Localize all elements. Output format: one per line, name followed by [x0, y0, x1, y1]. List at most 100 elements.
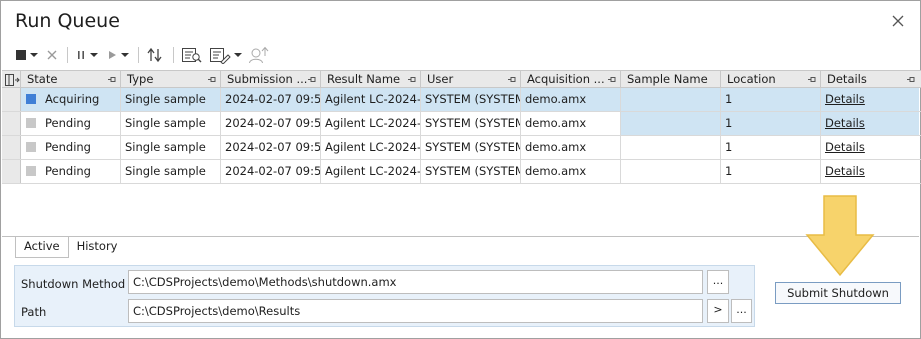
queue-properties-button[interactable] [209, 44, 242, 66]
details-link[interactable]: Details [825, 116, 865, 130]
details-link[interactable]: Details [825, 140, 865, 154]
state-cell: Acquiring [21, 88, 121, 111]
move-button[interactable] [146, 44, 164, 66]
grid-header: State Type Submission ... Result Name Us… [2, 71, 921, 88]
status-icon [26, 142, 36, 152]
column-header-label: Acquisition ... [527, 72, 605, 86]
toolbar-divider [173, 47, 174, 63]
state-cell: Pending [21, 160, 121, 183]
path-field[interactable]: C:\CDSProjects\demo\Results [128, 299, 703, 323]
tab-active[interactable]: Active [15, 237, 69, 258]
submission-cell: 2024-02-07 09:50... [221, 88, 321, 111]
toolbar-divider [67, 47, 68, 63]
chevron-down-icon[interactable] [121, 53, 129, 57]
column-header-details[interactable]: Details [821, 71, 919, 88]
column-header-submission[interactable]: Submission ... [221, 71, 321, 88]
pin-icon[interactable] [308, 76, 316, 83]
toolbar-divider [138, 47, 139, 63]
table-row[interactable]: Acquiring Single sample 2024-02-07 09:50… [2, 88, 921, 112]
close-icon[interactable] [890, 13, 906, 29]
details-cell: Details [821, 136, 919, 159]
user-icon [249, 46, 269, 64]
path-go-button[interactable]: > [707, 299, 729, 323]
row-header[interactable] [2, 136, 21, 159]
chevron-down-icon[interactable] [234, 53, 242, 57]
user-cell: SYSTEM (SYSTEM) [421, 160, 521, 183]
pin-icon[interactable] [608, 76, 616, 83]
shutdown-method-field[interactable]: C:\CDSProjects\demo\Methods\shutdown.amx [128, 270, 703, 294]
pin-icon[interactable] [808, 76, 816, 83]
path-browse-button[interactable]: ... [731, 299, 752, 323]
result-name-cell: Agilent LC-2024-... [321, 88, 421, 111]
details-cell: Details [821, 112, 919, 135]
resume-button[interactable] [106, 44, 129, 66]
pause-button[interactable] [75, 44, 98, 66]
table-row[interactable]: Pending Single sample 2024-02-07 09:50..… [2, 112, 921, 136]
state-cell: Pending [21, 136, 121, 159]
state-label: Acquiring [45, 92, 100, 106]
row-header[interactable] [2, 160, 21, 183]
details-link[interactable]: Details [825, 92, 865, 106]
column-header-state[interactable]: State [21, 71, 121, 88]
sample-name-cell [621, 88, 721, 111]
column-header-type[interactable]: Type [121, 71, 221, 88]
highlight-arrow-icon [805, 195, 875, 277]
details-cell: Details [821, 160, 919, 183]
row-header[interactable] [2, 88, 21, 111]
table-row[interactable]: Pending Single sample 2024-02-07 09:50..… [2, 136, 921, 160]
type-cell: Single sample [121, 160, 221, 183]
state-label: Pending [45, 164, 91, 178]
location-cell: 1 [721, 136, 821, 159]
table-row[interactable]: Pending Single sample 2024-02-07 09:50..… [2, 160, 921, 184]
pin-icon[interactable] [907, 76, 915, 83]
resume-icon [109, 51, 116, 59]
stop-button[interactable] [15, 44, 38, 66]
column-header-label: Result Name [327, 72, 401, 86]
result-name-cell: Agilent LC-2024-... [321, 160, 421, 183]
submit-shutdown-button[interactable]: Submit Shutdown [775, 282, 901, 304]
details-link[interactable]: Details [825, 164, 865, 178]
column-header-label: User [427, 72, 454, 86]
pin-icon[interactable] [208, 76, 216, 83]
shutdown-method-label: Shutdown Method [21, 277, 126, 291]
abort-button[interactable] [46, 44, 58, 66]
shutdown-method-browse-button[interactable]: ... [707, 270, 729, 294]
type-cell: Single sample [121, 136, 221, 159]
tab-bar: Active History [15, 237, 126, 258]
column-header-result-name[interactable]: Result Name [321, 71, 421, 88]
acquisition-cell: demo.amx [521, 88, 621, 111]
chevron-down-icon[interactable] [30, 53, 38, 57]
pin-icon[interactable] [508, 76, 516, 83]
sample-name-cell [621, 136, 721, 159]
divider [2, 236, 919, 237]
queue-report-button[interactable] [181, 44, 203, 66]
result-name-cell: Agilent LC-2024-... [321, 112, 421, 135]
column-chooser[interactable] [2, 71, 21, 88]
column-header-location[interactable]: Location [721, 71, 821, 88]
column-header-acquisition[interactable]: Acquisition ... [521, 71, 621, 88]
submission-cell: 2024-02-07 09:50... [221, 136, 321, 159]
column-header-sample-name[interactable]: Sample Name [621, 71, 721, 88]
pin-icon[interactable] [108, 76, 116, 83]
location-cell: 1 [721, 112, 821, 135]
location-cell: 1 [721, 88, 821, 111]
pin-icon[interactable] [408, 76, 416, 83]
acquisition-cell: demo.amx [521, 112, 621, 135]
state-label: Pending [45, 140, 91, 154]
pause-icon [78, 51, 84, 59]
user-button[interactable] [248, 44, 270, 66]
sample-name-cell[interactable] [621, 112, 721, 135]
tab-history[interactable]: History [69, 237, 126, 258]
chevron-down-icon[interactable] [90, 53, 98, 57]
status-icon [26, 118, 36, 128]
row-header[interactable] [2, 112, 21, 135]
move-icon [147, 47, 162, 63]
window-title: Run Queue [15, 10, 120, 32]
user-cell: SYSTEM (SYSTEM) [421, 88, 521, 111]
column-header-label: State [27, 72, 58, 86]
result-name-cell: Agilent LC-2024-... [321, 136, 421, 159]
queue-properties-icon [210, 48, 231, 64]
status-icon [26, 166, 36, 176]
type-cell: Single sample [121, 88, 221, 111]
column-header-user[interactable]: User [421, 71, 521, 88]
